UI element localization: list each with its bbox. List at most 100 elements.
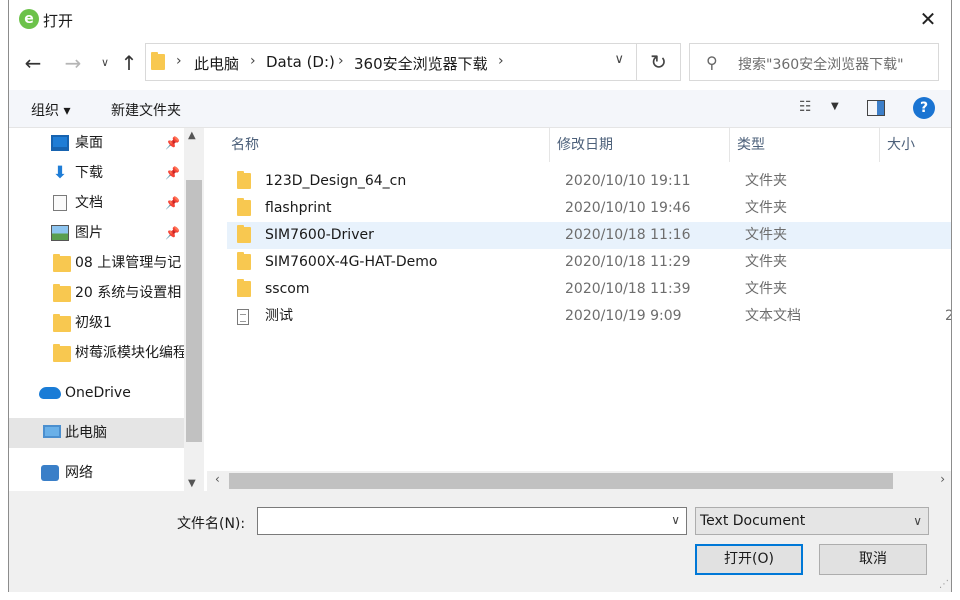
file-row[interactable]: SIM7600X-4G-HAT-Demo 2020/10/18 11:29 文件… xyxy=(227,249,951,276)
file-row[interactable]: flashprint 2020/10/10 19:46 文件夹 xyxy=(227,195,951,222)
file-type: 文件夹 xyxy=(745,173,787,189)
folder-icon xyxy=(53,344,71,362)
address-dropdown-chevron-icon[interactable]: ∨ xyxy=(614,52,624,67)
preview-pane-icon[interactable] xyxy=(867,100,885,116)
browser-app-icon: e xyxy=(19,9,39,29)
nav-item-label: 网络 xyxy=(65,465,93,481)
file-date: 2020/10/18 11:16 xyxy=(565,227,691,243)
column-divider[interactable] xyxy=(549,128,550,162)
view-dropdown-icon[interactable]: ▼ xyxy=(831,101,839,112)
navigation-pane: 桌面 📌 ⬇ 下载 📌 文档 📌 图片 📌 08 上课管理与记 20 系统与设置… xyxy=(9,128,204,491)
nav-item-label: OneDrive xyxy=(65,385,131,401)
file-date: 2020/10/19 9:09 xyxy=(565,308,682,324)
folder-icon xyxy=(237,171,251,189)
nav-item-folder[interactable]: 树莓派模块化编程 xyxy=(9,338,184,368)
resize-grip-icon[interactable]: ⋰ xyxy=(939,579,949,590)
nav-item-downloads[interactable]: ⬇ 下载 📌 xyxy=(9,158,184,188)
breadcrumb-current-folder[interactable]: 360安全浏览器下载 xyxy=(354,53,488,74)
filename-history-chevron-icon[interactable]: ∨ xyxy=(671,513,680,527)
breadcrumb-chevron-icon[interactable]: › xyxy=(250,53,256,69)
recent-locations-chevron-icon[interactable]: ∨ xyxy=(93,50,117,76)
file-type-chevron-icon: ∨ xyxy=(913,514,922,528)
pin-icon: 📌 xyxy=(165,196,180,210)
file-row[interactable]: 测试 2020/10/19 9:09 文本文档 2 xyxy=(227,303,951,330)
nav-item-label: 文档 xyxy=(75,195,103,211)
file-row[interactable]: 123D_Design_64_cn 2020/10/10 19:11 文件夹 xyxy=(227,168,951,195)
folder-icon xyxy=(237,198,251,216)
document-icon xyxy=(53,195,67,211)
breadcrumb-chevron-icon[interactable]: › xyxy=(338,53,344,69)
onedrive-cloud-icon xyxy=(39,387,61,399)
nav-pane-scrollbar[interactable]: ▲ ▼ xyxy=(184,128,204,491)
pin-icon: 📌 xyxy=(165,136,180,150)
folder-icon xyxy=(237,252,251,270)
nav-item-folder[interactable]: 20 系统与设置相 xyxy=(9,278,184,308)
back-arrow-icon[interactable]: ← xyxy=(21,50,45,76)
file-row[interactable]: SIM7600-Driver 2020/10/18 11:16 文件夹 xyxy=(227,222,951,249)
forward-arrow-icon[interactable]: → xyxy=(61,50,85,76)
folder-icon xyxy=(237,279,251,297)
file-type: 文件夹 xyxy=(745,200,787,216)
column-header-size[interactable]: 大小 xyxy=(887,128,915,162)
file-row[interactable]: sscom 2020/10/18 11:39 文件夹 xyxy=(227,276,951,303)
nav-item-folder[interactable]: 初级1 xyxy=(9,308,184,338)
breadcrumb-chevron-icon[interactable]: › xyxy=(498,53,504,69)
pictures-icon xyxy=(51,225,69,241)
file-type: 文件夹 xyxy=(745,281,787,297)
breadcrumb-drive[interactable]: Data (D:) xyxy=(266,53,335,71)
scrollbar-thumb[interactable] xyxy=(229,473,893,489)
folder-icon xyxy=(237,225,251,243)
nav-item-network[interactable]: 网络 xyxy=(9,458,184,488)
file-type: 文本文档 xyxy=(745,308,801,324)
nav-item-pictures[interactable]: 图片 📌 xyxy=(9,218,184,248)
this-pc-icon xyxy=(43,425,61,438)
nav-item-label: 树莓派模块化编程 xyxy=(75,345,184,361)
address-bar[interactable]: › 此电脑 › Data (D:) › 360安全浏览器下载 › ∨ xyxy=(145,43,637,81)
breadcrumb-this-pc[interactable]: 此电脑 xyxy=(194,53,239,74)
sort-ascending-icon: ^ xyxy=(383,128,393,135)
file-date: 2020/10/10 19:46 xyxy=(565,200,691,216)
column-header-type[interactable]: 类型 xyxy=(737,128,765,162)
filename-input[interactable]: ∨ xyxy=(257,507,687,535)
organize-button[interactable]: 组织 ▾ xyxy=(31,100,70,120)
file-name: flashprint xyxy=(265,200,332,216)
view-options-icon[interactable]: ☷ xyxy=(799,99,819,117)
file-list-horizontal-scrollbar[interactable]: ‹ › xyxy=(207,471,951,491)
close-button[interactable]: ✕ xyxy=(913,4,943,34)
nav-item-label: 下载 xyxy=(75,165,103,181)
refresh-icon[interactable]: ↻ xyxy=(637,43,681,81)
open-button[interactable]: 打开(O) xyxy=(695,544,803,575)
search-icon: ⚲ xyxy=(706,53,718,72)
dialog-footer: 文件名(N): ∨ Text Document ∨ 打开(O) 取消 ⋰ xyxy=(9,491,951,592)
folder-icon xyxy=(53,314,71,332)
download-icon: ⬇ xyxy=(52,163,68,183)
breadcrumb-chevron-icon[interactable]: › xyxy=(176,53,182,69)
column-divider[interactable] xyxy=(879,128,880,162)
file-date: 2020/10/18 11:39 xyxy=(565,281,691,297)
nav-item-desktop[interactable]: 桌面 📌 xyxy=(9,128,184,158)
file-date: 2020/10/10 19:11 xyxy=(565,173,691,189)
column-header-name[interactable]: 名称 xyxy=(231,128,259,162)
pin-icon: 📌 xyxy=(165,166,180,180)
column-header-date[interactable]: 修改日期 xyxy=(557,128,613,162)
column-divider[interactable] xyxy=(729,128,730,162)
scroll-right-arrow-icon[interactable]: › xyxy=(940,472,945,486)
nav-item-onedrive[interactable]: OneDrive xyxy=(9,378,184,408)
nav-item-folder[interactable]: 08 上课管理与记 xyxy=(9,248,184,278)
text-document-icon xyxy=(237,309,249,325)
nav-item-this-pc[interactable]: 此电脑 xyxy=(9,418,184,448)
help-icon[interactable]: ? xyxy=(913,97,935,119)
dialog-title: 打开 xyxy=(43,12,74,30)
scroll-up-arrow-icon[interactable]: ▲ xyxy=(188,130,196,141)
new-folder-button[interactable]: 新建文件夹 xyxy=(111,100,181,120)
scroll-down-arrow-icon[interactable]: ▼ xyxy=(188,478,196,489)
file-name: SIM7600X-4G-HAT-Demo xyxy=(265,254,438,270)
nav-item-documents[interactable]: 文档 📌 xyxy=(9,188,184,218)
scrollbar-thumb[interactable] xyxy=(186,180,202,442)
nav-item-label: 08 上课管理与记 xyxy=(75,255,182,271)
up-arrow-icon[interactable]: ↑ xyxy=(117,50,141,76)
file-type-select[interactable]: Text Document ∨ xyxy=(695,507,929,535)
cancel-button[interactable]: 取消 xyxy=(819,544,927,575)
scroll-left-arrow-icon[interactable]: ‹ xyxy=(215,472,220,486)
search-box[interactable]: ⚲ 搜索"360安全浏览器下载" xyxy=(689,43,939,81)
